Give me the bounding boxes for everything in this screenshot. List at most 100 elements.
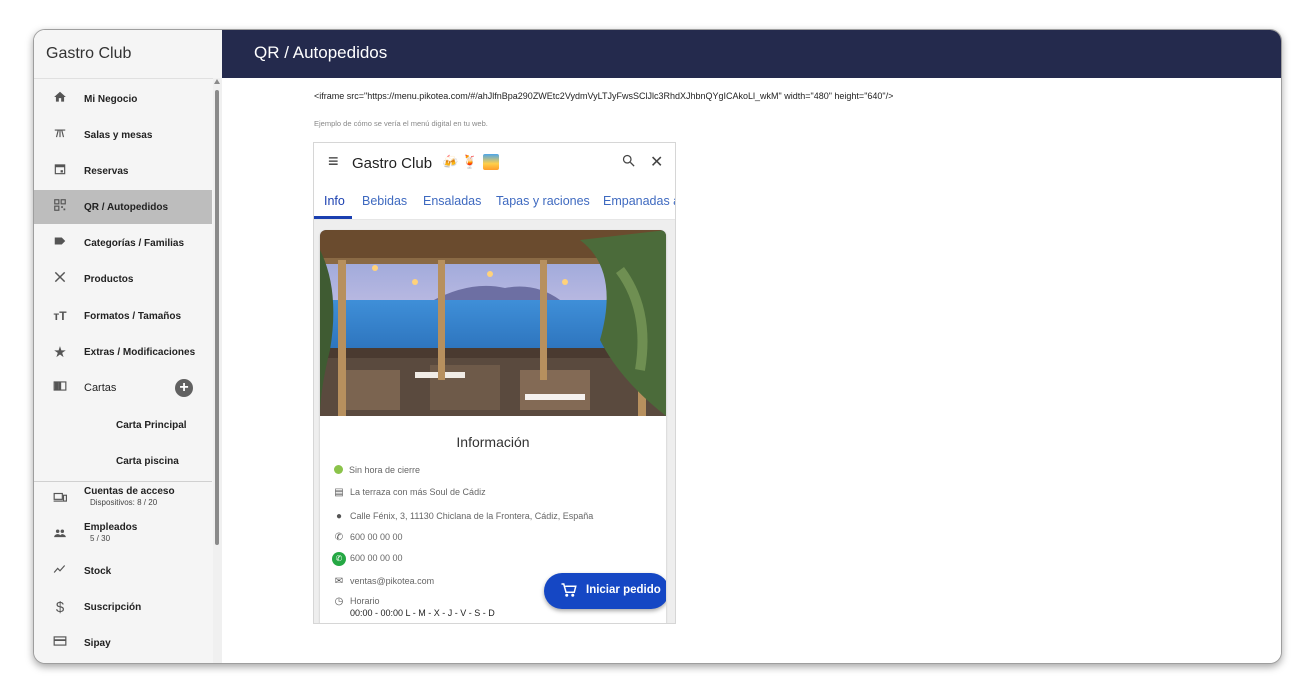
sidebar-item-label: Carta piscina bbox=[116, 455, 179, 467]
qr-icon bbox=[48, 198, 72, 216]
app-window: Gastro Club Mi Negocio Salas y mesas Res… bbox=[33, 29, 1282, 664]
embed-code[interactable]: <iframe src="https://menu.pikotea.com/#/… bbox=[314, 91, 893, 101]
sidebar-item-stock[interactable]: Stock bbox=[34, 554, 212, 588]
sidebar-item-label: Mi Negocio bbox=[84, 93, 138, 105]
people-icon bbox=[48, 526, 72, 544]
sidebar-item-salas[interactable]: Salas y mesas bbox=[34, 118, 212, 152]
sidebar-item-label: Stock bbox=[84, 565, 112, 577]
sidebar-item-label: Extras / Modificaciones bbox=[84, 346, 196, 358]
whatsapp-row: ✆ 600 00 00 00 bbox=[332, 552, 403, 566]
tab-ensaladas[interactable]: Ensaladas bbox=[423, 194, 481, 208]
calendar-icon bbox=[48, 162, 72, 180]
tab-info[interactable]: Info bbox=[324, 194, 345, 208]
preview-toolbar: ≡ Gastro Club 🍻 🍹 ✕ bbox=[314, 143, 675, 181]
sidebar-item-qr-autopedidos[interactable]: QR / Autopedidos bbox=[34, 190, 212, 224]
sidebar-item-label: Formatos / Tamaños bbox=[84, 310, 182, 322]
employees-count: 5 / 30 bbox=[90, 534, 111, 543]
text-size-icon: тT bbox=[53, 309, 67, 323]
schedule-value: 00:00 - 00:00 L - M - X - J - V - S - D bbox=[350, 608, 495, 618]
sidebar-item-label: QR / Autopedidos bbox=[84, 201, 169, 213]
tab-empanadas[interactable]: Empanadas a bbox=[603, 194, 675, 208]
sidebar-scrollbar[interactable] bbox=[213, 78, 222, 663]
slogan-row: ▤ La terraza con más Soul de Cádiz bbox=[332, 487, 486, 498]
address-text: Calle Fénix, 3, 11130 Chiclana de la Fro… bbox=[350, 511, 594, 521]
sidebar-item-label: Cartas bbox=[84, 382, 117, 394]
sidebar: Gastro Club Mi Negocio Salas y mesas Res… bbox=[34, 30, 222, 663]
sidebar-item-categorias[interactable]: Categorías / Familias bbox=[34, 226, 212, 260]
sidebar-item-mi-negocio[interactable]: Mi Negocio bbox=[34, 82, 212, 116]
restaurant-photo bbox=[320, 230, 666, 416]
home-icon bbox=[48, 90, 72, 108]
message-icon: ▤ bbox=[334, 487, 344, 498]
hamburger-menu-icon[interactable]: ≡ bbox=[328, 151, 339, 172]
sidebar-item-label: Suscripción bbox=[84, 601, 142, 613]
sidebar-item-extras[interactable]: ★ Extras / Modificaciones bbox=[34, 335, 212, 369]
table-icon bbox=[48, 126, 72, 144]
sunset-emoji-icon bbox=[483, 154, 499, 170]
preview-tabs: Info Bebidas Ensaladas Tapas y raciones … bbox=[314, 187, 675, 220]
brand-title: Gastro Club bbox=[34, 30, 222, 79]
page-title: QR / Autopedidos bbox=[254, 43, 388, 62]
book-icon bbox=[48, 379, 72, 397]
status-dot-icon bbox=[334, 465, 343, 474]
tab-bebidas[interactable]: Bebidas bbox=[362, 194, 407, 208]
sidebar-item-label: Cuentas de acceso bbox=[84, 486, 175, 497]
card-icon bbox=[48, 634, 72, 652]
start-order-button[interactable]: Iniciar pedido bbox=[544, 573, 666, 609]
slogan-text: La terraza con más Soul de Cádiz bbox=[350, 487, 486, 497]
utensils-icon bbox=[48, 270, 72, 288]
sidebar-item-label: Reservas bbox=[84, 165, 129, 177]
scroll-thumb[interactable] bbox=[215, 90, 219, 545]
sidebar-item-label: Carta Principal bbox=[116, 419, 187, 431]
whatsapp-text[interactable]: 600 00 00 00 bbox=[350, 553, 403, 563]
phone-text[interactable]: 600 00 00 00 bbox=[350, 532, 403, 542]
add-carta-button[interactable]: + bbox=[175, 379, 193, 397]
phone-icon: ✆ bbox=[334, 532, 344, 543]
address-row: ● Calle Fénix, 3, 11130 Chiclana de la Fr… bbox=[332, 511, 593, 522]
close-icon[interactable]: ✕ bbox=[650, 152, 663, 172]
sidebar-item-label: Sipay bbox=[84, 637, 111, 649]
email-row: ✉ ventas@pikotea.com bbox=[332, 576, 434, 587]
drinks-emoji-icon: 🍻 🍹 bbox=[442, 154, 478, 169]
sidebar-item-cartas[interactable]: Cartas + bbox=[34, 371, 212, 405]
sidebar-item-empleados[interactable]: Empleados 5 / 30 bbox=[34, 518, 212, 552]
email-text[interactable]: ventas@pikotea.com bbox=[350, 576, 434, 586]
status-text: Sin hora de cierre bbox=[349, 465, 421, 475]
sidebar-item-reservas[interactable]: Reservas bbox=[34, 154, 212, 188]
sidebar-item-label: Salas y mesas bbox=[84, 129, 153, 141]
info-card: Información Sin hora de cierre ▤ La terra… bbox=[320, 230, 666, 623]
menu-preview-frame[interactable]: ≡ Gastro Club 🍻 🍹 ✕ Info Bebidas Ensalad… bbox=[313, 142, 676, 624]
trend-icon bbox=[48, 562, 72, 580]
star-icon: ★ bbox=[53, 344, 67, 361]
sidebar-item-cuentas[interactable]: Cuentas de acceso Dispositivos: 8 / 20 bbox=[34, 482, 212, 516]
sidebar-item-carta-principal[interactable]: Carta Principal bbox=[34, 408, 212, 442]
sidebar-item-suscripcion[interactable]: $ Suscripción bbox=[34, 590, 212, 624]
preview-body: Información Sin hora de cierre ▤ La terra… bbox=[314, 220, 675, 623]
sidebar-item-productos[interactable]: Productos bbox=[34, 262, 212, 296]
preview-title: Gastro Club bbox=[352, 155, 433, 172]
cart-icon bbox=[560, 581, 578, 603]
sidebar-item-label: Productos bbox=[84, 273, 134, 285]
scroll-up-icon[interactable] bbox=[214, 79, 220, 84]
schedule-label: Horario bbox=[350, 596, 380, 606]
sidebar-item-carta-piscina[interactable]: Carta piscina bbox=[34, 444, 212, 478]
sidebar-item-label: Empleados bbox=[84, 522, 138, 533]
info-title: Información bbox=[456, 434, 530, 450]
label-icon bbox=[48, 234, 72, 252]
preview-caption: Ejemplo de cómo se vería el menú digital… bbox=[314, 119, 488, 128]
tab-tapas[interactable]: Tapas y raciones bbox=[496, 194, 590, 208]
phone-row: ✆ 600 00 00 00 bbox=[332, 532, 403, 543]
top-bar: QR / Autopedidos bbox=[222, 30, 1281, 78]
search-icon[interactable] bbox=[621, 153, 636, 172]
whatsapp-icon: ✆ bbox=[332, 552, 346, 566]
active-tab-indicator bbox=[314, 216, 352, 219]
sidebar-item-label: Categorías / Familias bbox=[84, 237, 185, 249]
clock-icon: ◷ bbox=[334, 596, 344, 607]
start-order-label: Iniciar pedido bbox=[586, 584, 661, 596]
schedule-row: ◷ Horario bbox=[332, 596, 380, 607]
devices-count: Dispositivos: 8 / 20 bbox=[90, 498, 158, 507]
devices-icon bbox=[48, 490, 72, 508]
status-row: Sin hora de cierre bbox=[332, 465, 420, 475]
sidebar-item-sipay[interactable]: Sipay bbox=[34, 626, 212, 660]
sidebar-item-formatos[interactable]: тT Formatos / Tamaños bbox=[34, 299, 212, 333]
